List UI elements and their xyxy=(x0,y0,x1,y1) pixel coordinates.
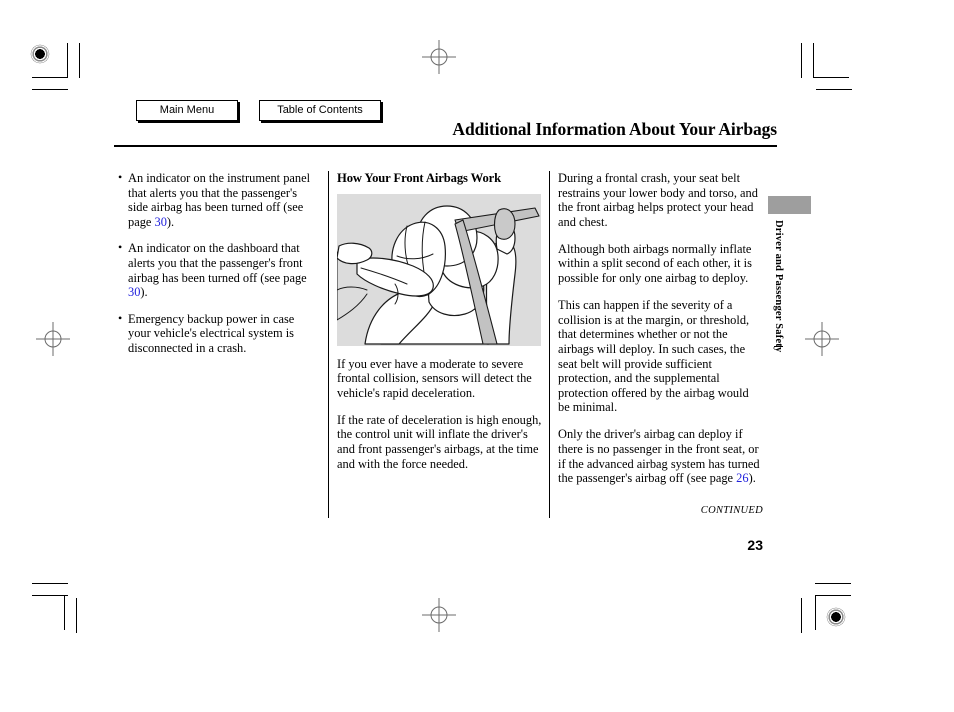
main-menu-button[interactable]: Main Menu xyxy=(136,100,238,121)
section-thumb-tab-block xyxy=(768,196,811,214)
column-divider-right xyxy=(549,171,550,518)
crop-mark-bottom-right-horizontal-outer xyxy=(815,583,851,584)
crop-mark-bottom-left-horizontal xyxy=(32,595,68,596)
crop-mark-bottom-right-vertical xyxy=(815,595,816,630)
left-column: An indicator on the instrument panel tha… xyxy=(118,170,320,368)
crop-mark-top-left-horizontal xyxy=(32,77,68,78)
body-paragraph: If you ever have a moderate to severe fr… xyxy=(337,356,532,400)
page-reference-link[interactable]: 30 xyxy=(128,285,140,299)
crop-mark-top-left-horizontal-outer xyxy=(32,89,68,90)
paragraph-text: Only the driver's airbag can deploy if t… xyxy=(558,427,760,486)
list-item: An indicator on the instrument panel tha… xyxy=(118,170,320,229)
page-number: 23 xyxy=(747,537,763,553)
page-reference-link[interactable]: 26 xyxy=(736,471,748,485)
section-thumb-tab-dash xyxy=(774,346,783,347)
section-thumb-tab-label: Driver and Passenger Safety xyxy=(773,220,784,353)
registration-crosshair-right-middle xyxy=(805,322,839,356)
crop-mark-bottom-right-horizontal xyxy=(815,595,851,596)
section-heading: How Your Front Airbags Work xyxy=(337,171,502,185)
page-title: Additional Information About Your Airbag… xyxy=(452,119,777,139)
body-paragraph: Although both airbags normally inflate w… xyxy=(558,241,752,286)
bullet-text: Emergency backup power in case your vehi… xyxy=(128,311,295,355)
front-airbag-deployment-illustration xyxy=(337,193,541,346)
body-paragraph: If the rate of deceleration is high enou… xyxy=(337,412,542,471)
crop-mark-bottom-left-horizontal-outer xyxy=(32,583,68,584)
page-reference-link[interactable]: 30 xyxy=(155,215,167,229)
middle-column: How Your Front Airbags Work If you ever … xyxy=(337,171,542,484)
crop-mark-top-right-horizontal xyxy=(813,77,849,78)
crop-mark-bottom-right-vertical-outer xyxy=(801,598,802,633)
paragraph-text-tail: ). xyxy=(748,471,756,486)
crop-mark-bottom-left-vertical xyxy=(64,595,65,630)
bullet-text-tail: ). xyxy=(166,214,175,229)
title-divider-rule xyxy=(114,145,777,147)
crop-mark-top-right-vertical xyxy=(813,43,814,78)
body-paragraph: During a frontal crash, your seat belt r… xyxy=(558,171,758,229)
list-item: An indicator on the dashboard that alert… xyxy=(118,240,320,300)
crop-mark-top-right-vertical-outer xyxy=(801,43,802,78)
bullet-text-tail: ). xyxy=(140,285,148,300)
registration-crosshair-left-middle xyxy=(36,322,70,356)
registration-crosshair-top-center xyxy=(422,40,456,74)
body-paragraph-with-reference: Only the driver's airbag can deploy if t… xyxy=(558,427,763,485)
column-divider-left xyxy=(328,171,329,518)
table-of-contents-button[interactable]: Table of Contents xyxy=(259,100,381,121)
crop-mark-bottom-left-vertical-outer xyxy=(76,598,77,633)
registration-mark-bottom-right xyxy=(823,604,849,630)
bullet-text: An indicator on the dashboard that alert… xyxy=(128,241,307,285)
continued-label: CONTINUED xyxy=(700,505,763,516)
navigation-bar: Main Menu Table of Contents xyxy=(136,100,381,121)
crop-mark-top-left-vertical xyxy=(67,43,68,78)
right-column: During a frontal crash, your seat belt r… xyxy=(558,171,763,498)
body-paragraph: This can happen if the severity of a col… xyxy=(558,298,750,415)
registration-mark-top-left xyxy=(27,41,53,67)
crop-mark-top-right-horizontal-outer xyxy=(816,89,852,90)
registration-crosshair-bottom-center xyxy=(422,598,456,632)
list-item: Emergency backup power in case your vehi… xyxy=(118,311,320,356)
crop-mark-top-left-vertical-outer xyxy=(79,43,80,78)
